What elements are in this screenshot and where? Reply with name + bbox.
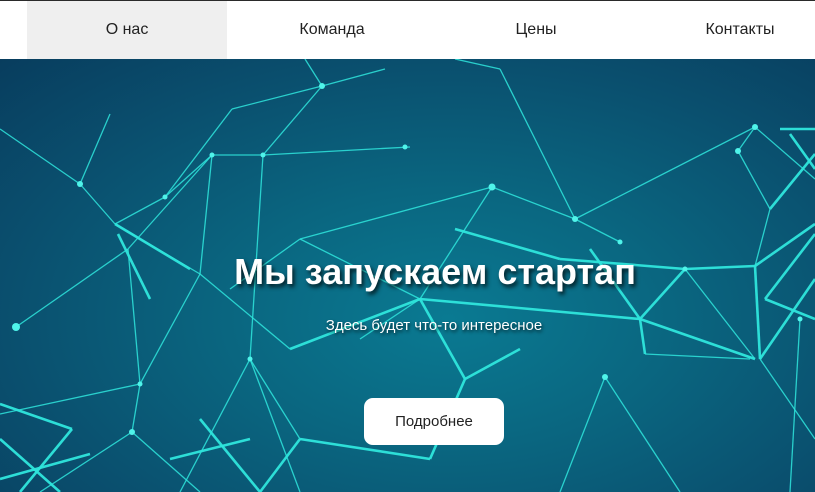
hero-section: Мы запускаем стартап Здесь будет что-то … [0,59,815,492]
more-info-button[interactable]: Подробнее [364,398,504,445]
page: О нас Команда Цены Контакты Мы запускаем… [0,0,815,492]
nav-item-team[interactable]: Команда [232,1,432,59]
hero-subtitle: Здесь будет что-то интересное [325,317,543,334]
nav-item-contacts[interactable]: Контакты [640,1,815,59]
top-navigation: О нас Команда Цены Контакты [0,0,815,59]
nav-item-about[interactable]: О нас [27,1,227,59]
nav-item-prices[interactable]: Цены [436,1,636,59]
hero-title: Мы запускаем стартап [234,251,636,292]
